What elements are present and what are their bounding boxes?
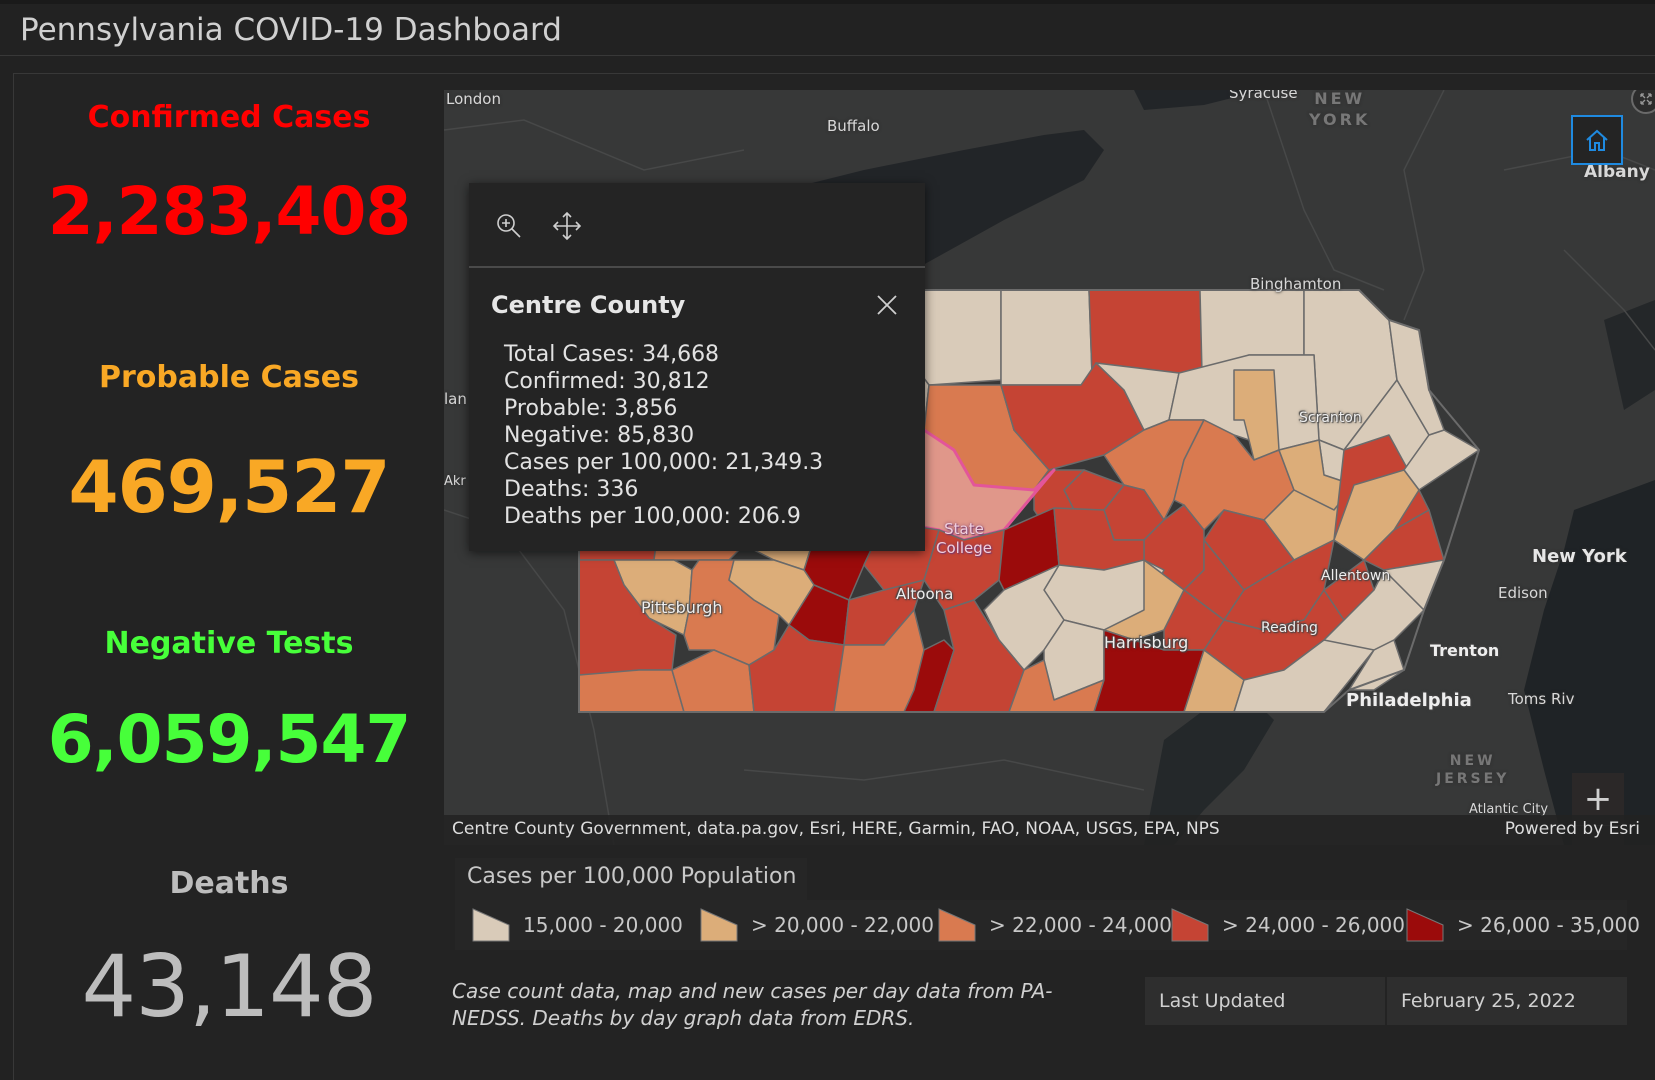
indicator-deaths[interactable]: Deaths 43,148	[14, 866, 444, 1037]
legend-label: > 26,000 - 35,000	[1457, 913, 1641, 937]
legend-title: Cases per 100,000 Population	[467, 864, 797, 889]
indicator-label: Probable Cases	[99, 360, 359, 395]
legend-item: > 24,000 - 26,000	[1170, 904, 1405, 946]
zoom-to-button[interactable]	[493, 210, 525, 242]
map-label-akron: Akr	[444, 474, 466, 489]
map-label-cleveland: lan	[444, 390, 467, 408]
map-label-new-york-state: NEW YORK	[1309, 90, 1370, 130]
expand-icon	[1640, 93, 1652, 105]
map-label-london: London	[446, 90, 501, 108]
legend-item: > 26,000 - 35,000	[1405, 904, 1640, 946]
indicator-label: Confirmed Cases	[87, 100, 371, 135]
map-label-binghamton: Binghamton	[1250, 275, 1342, 293]
legend-item: > 22,000 - 24,000	[937, 904, 1172, 946]
map-label-toms-river: Toms Riv	[1508, 690, 1575, 708]
indicator-panel: Confirmed Cases 2,283,408 Probable Cases…	[14, 74, 444, 1080]
popup-field-deaths-per-100k: Deaths per 100,000: 206.9	[504, 504, 801, 529]
popup-toolbar	[469, 183, 925, 268]
last-updated-value: February 25, 2022	[1387, 977, 1627, 1025]
legend-swatch	[938, 908, 976, 942]
indicator-value: 2,283,408	[47, 173, 412, 250]
legend-swatch	[1171, 908, 1209, 942]
popup-field-probable: Probable: 3,856	[504, 396, 678, 421]
attribution-sources[interactable]: Centre County Government, data.pa.gov, E…	[452, 819, 1220, 839]
close-icon	[877, 295, 897, 315]
map-label-trenton: Trenton	[1430, 641, 1500, 660]
home-button[interactable]	[1571, 115, 1623, 165]
map-attribution: Centre County Government, data.pa.gov, E…	[444, 815, 1655, 845]
legend-swatch	[700, 908, 738, 942]
legend-item: 15,000 - 20,000	[471, 904, 683, 946]
popup-field-deaths: Deaths: 336	[504, 477, 639, 502]
label-line: State	[944, 520, 984, 538]
map-label-state-college: State College	[936, 520, 992, 558]
powered-by-esri[interactable]: Powered by Esri	[1505, 819, 1640, 839]
indicator-confirmed-cases[interactable]: Confirmed Cases 2,283,408	[14, 100, 444, 250]
map-label-albany: Albany	[1584, 162, 1650, 182]
region-line: YORK	[1309, 110, 1371, 129]
home-icon	[1586, 129, 1608, 151]
map-label-reading: Reading	[1261, 620, 1318, 636]
county[interactable]	[913, 289, 1002, 386]
county[interactable]	[1000, 289, 1093, 386]
indicator-probable-cases[interactable]: Probable Cases 469,527	[14, 360, 444, 529]
popup-close-button[interactable]	[873, 291, 901, 319]
legend-label: 15,000 - 20,000	[523, 913, 683, 937]
indicator-negative-tests[interactable]: Negative Tests 6,059,547	[14, 626, 444, 778]
legend-label: > 22,000 - 24,000	[989, 913, 1173, 937]
popup-field-negative: Negative: 85,830	[504, 423, 695, 448]
popup-field-confirmed: Confirmed: 30,812	[504, 369, 710, 394]
indicator-value: 469,527	[68, 445, 391, 529]
last-updated-table: Last Updated February 25, 2022	[1145, 977, 1627, 1025]
legend-label: > 20,000 - 22,000	[751, 913, 935, 937]
indicator-label: Deaths	[169, 866, 289, 901]
move-icon	[552, 211, 582, 241]
county-popup: Centre County Total Cases: 34,668 Confir…	[469, 183, 925, 551]
last-updated-label: Last Updated	[1145, 977, 1385, 1025]
map-label-edison: Edison	[1498, 584, 1548, 602]
county[interactable]	[1088, 289, 1203, 376]
map-label-buffalo: Buffalo	[827, 117, 880, 135]
map-legend: Cases per 100,000 Population 15,000 - 20…	[455, 858, 1640, 950]
map-label-harrisburg: Harrisburg	[1104, 633, 1189, 652]
map-label-altoona: Altoona	[896, 585, 954, 603]
map-label-new-york-city: New York	[1532, 546, 1627, 567]
move-button[interactable]	[551, 210, 583, 242]
county[interactable]	[578, 669, 685, 713]
legend-swatch	[472, 908, 510, 942]
legend-label: > 24,000 - 26,000	[1222, 913, 1406, 937]
data-source-note: Case count data, map and new cases per d…	[452, 979, 1053, 1030]
map-label-scranton: Scranton	[1299, 410, 1362, 426]
map-label-new-jersey: NEW JERSEY	[1436, 752, 1509, 788]
legend-swatch	[1406, 908, 1444, 942]
indicator-value: 43,148	[81, 937, 378, 1037]
region-line: NEW	[1314, 90, 1366, 108]
fullscreen-button[interactable]	[1631, 90, 1655, 114]
popup-fields: Total Cases: 34,668 Confirmed: 30,812 Pr…	[504, 341, 823, 530]
popup-title: Centre County	[491, 291, 686, 319]
map-label-pittsburgh: Pittsburgh	[641, 598, 723, 617]
map-label-philadelphia: Philadelphia	[1346, 690, 1472, 711]
popup-field-total-cases: Total Cases: 34,668	[504, 342, 720, 367]
region-line: JERSEY	[1436, 771, 1510, 787]
label-line: College	[936, 539, 992, 557]
indicator-value: 6,059,547	[47, 701, 412, 778]
page-title: Pennsylvania COVID-19 Dashboard	[20, 12, 562, 48]
legend-item: > 20,000 - 22,000	[699, 904, 934, 946]
zoom-to-icon	[497, 214, 521, 238]
map-label-allentown: Allentown	[1321, 568, 1391, 584]
indicator-label: Negative Tests	[104, 626, 354, 661]
region-line: NEW	[1449, 753, 1496, 769]
popup-field-cases-per-100k: Cases per 100,000: 21,349.3	[504, 450, 824, 475]
map-label-syracuse: Syracuse	[1229, 90, 1298, 102]
dashboard-header: Pennsylvania COVID-19 Dashboard	[0, 4, 1655, 56]
